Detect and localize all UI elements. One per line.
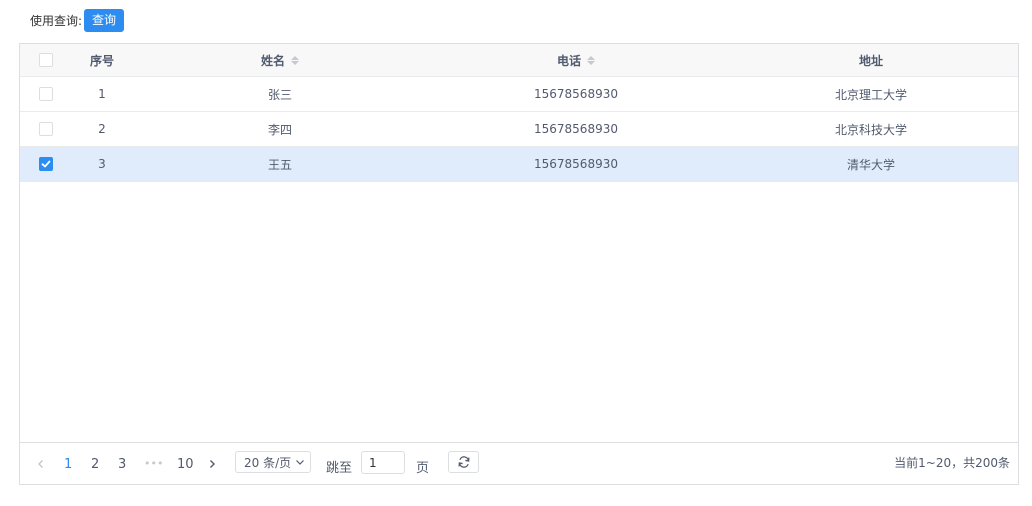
table-row[interactable]: 1 张三 15678568930 北京理工大学 (20, 77, 1018, 112)
cell-seq: 1 (98, 87, 106, 101)
toolbar: 使用查询: 查询 (30, 8, 125, 32)
row-checkbox[interactable] (39, 122, 53, 136)
page-item-3[interactable]: 3 (118, 457, 126, 472)
cell-address: 北京科技大学 (834, 122, 907, 137)
select-all-checkbox[interactable] (39, 53, 53, 67)
cell-address: 北京理工大学 (834, 87, 907, 102)
chevron-down-icon (296, 460, 305, 465)
header-check-cell (20, 44, 72, 76)
prev-page-icon[interactable] (35, 457, 47, 471)
sort-icon[interactable] (587, 55, 595, 65)
cell-name: 张三 (267, 87, 292, 102)
goto-page-input[interactable] (361, 451, 405, 474)
column-header-label: 地址 (858, 53, 883, 68)
cell-address: 清华大学 (846, 157, 895, 172)
table-row-selected[interactable]: 3 王五 15678568930 清华大学 (20, 147, 1018, 182)
column-header-name[interactable]: 姓名 (132, 44, 428, 76)
cell-seq: 2 (98, 122, 106, 136)
goto-label: 跳至 (326, 461, 353, 476)
row-checkbox-checked[interactable] (39, 157, 53, 171)
column-header-seq: 序号 (72, 44, 132, 76)
column-header-label: 电话 (556, 53, 581, 68)
pagination: 1 2 3 ••• 10 20 条/页 跳至 页 当前1~20，共200条 (20, 442, 1018, 485)
refresh-button[interactable] (448, 451, 479, 473)
query-button[interactable]: 查询 (84, 8, 125, 32)
row-check-cell (20, 77, 72, 111)
column-header-label: 序号 (89, 53, 114, 68)
sort-icon[interactable] (291, 55, 299, 65)
column-header-address: 地址 (724, 44, 1018, 76)
page-size-value: 20 条/页 (244, 455, 292, 470)
cell-phone: 15678568930 (534, 87, 618, 101)
page-item-1[interactable]: 1 (64, 457, 72, 472)
page-item-10[interactable]: 10 (177, 457, 194, 472)
cell-seq: 3 (98, 157, 106, 171)
row-checkbox[interactable] (39, 87, 53, 101)
refresh-icon (458, 456, 469, 468)
cell-phone: 15678568930 (534, 122, 618, 136)
row-check-cell (20, 147, 72, 181)
page-ellipsis[interactable]: ••• (144, 457, 163, 470)
next-page-icon[interactable] (206, 457, 218, 471)
column-header-phone[interactable]: 电话 (428, 44, 724, 76)
page-size-select[interactable]: 20 条/页 (235, 451, 311, 473)
cell-name: 李四 (267, 122, 292, 137)
checkmark-icon (41, 160, 51, 168)
column-header-label: 姓名 (260, 53, 285, 68)
page-item-2[interactable]: 2 (91, 457, 99, 472)
toolbar-label: 使用查询: (30, 13, 83, 28)
row-check-cell (20, 112, 72, 146)
table-header: 序号 姓名 电话 地址 (20, 44, 1018, 77)
pagination-summary: 当前1~20，共200条 (894, 456, 1010, 470)
data-table: 序号 姓名 电话 地址 1 张三 15678568930 北京理工大学 2 李四… (19, 43, 1019, 485)
cell-phone: 15678568930 (534, 157, 618, 171)
cell-name: 王五 (267, 157, 292, 172)
page-unit-label: 页 (416, 461, 430, 476)
table-row[interactable]: 2 李四 15678568930 北京科技大学 (20, 112, 1018, 147)
